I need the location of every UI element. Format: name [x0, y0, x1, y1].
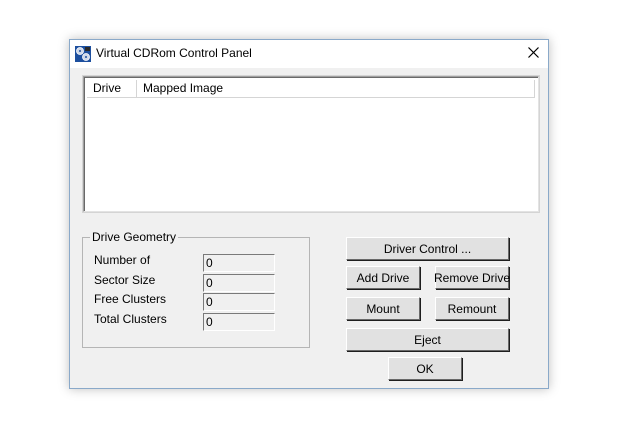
dialog-window: Virtual CDRom Control Panel Drive Mapped…	[69, 39, 549, 389]
sector-size-field: 0	[203, 274, 275, 292]
total-clusters-field: 0	[203, 313, 275, 331]
free-clusters-label: Free Clusters	[94, 292, 167, 306]
close-icon	[527, 47, 539, 61]
drive-list[interactable]: Drive Mapped Image	[83, 76, 539, 212]
mount-button[interactable]: Mount	[346, 297, 420, 320]
number-of-field: 0	[203, 254, 275, 272]
sector-size-label: Sector Size	[94, 273, 156, 287]
ok-button[interactable]: OK	[388, 357, 462, 380]
remove-drive-button[interactable]: Remove Drive	[434, 266, 510, 289]
add-drive-button[interactable]: Add Drive	[346, 266, 420, 289]
column-header-drive[interactable]: Drive	[87, 80, 137, 97]
column-header-mapped-image[interactable]: Mapped Image	[137, 80, 535, 97]
eject-button[interactable]: Eject	[346, 328, 509, 351]
number-of-label: Number of	[94, 253, 151, 267]
group-title: Drive Geometry	[90, 230, 179, 244]
drive-geometry-group: Drive Geometry Number of 0 Sector Size 0…	[82, 230, 310, 348]
free-clusters-field: 0	[203, 293, 275, 311]
close-button[interactable]	[518, 40, 548, 68]
remount-button[interactable]: Remount	[435, 297, 509, 320]
window-title: Virtual CDRom Control Panel	[96, 46, 252, 60]
cd-drive-icon	[75, 46, 91, 62]
title-bar[interactable]: Virtual CDRom Control Panel	[70, 40, 548, 68]
driver-control-button[interactable]: Driver Control ...	[346, 237, 509, 260]
list-header: Drive Mapped Image	[87, 80, 535, 98]
total-clusters-label: Total Clusters	[94, 312, 167, 326]
